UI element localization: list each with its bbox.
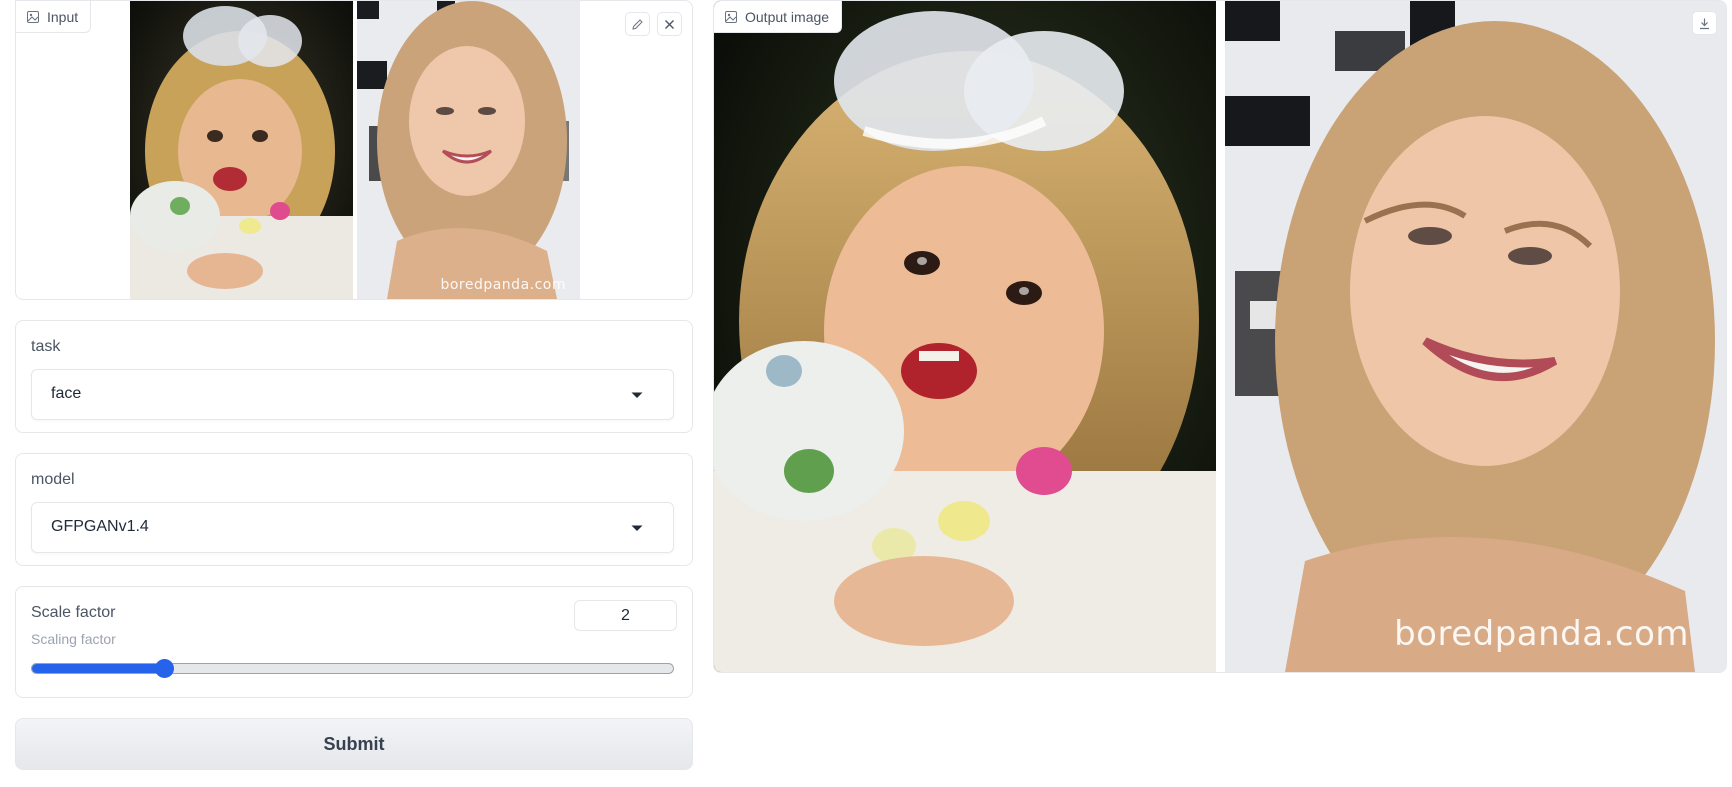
slider-thumb[interactable] (155, 659, 175, 678)
input-label: Input (16, 1, 92, 33)
scale-panel: Scale factor Scaling factor 2 (15, 586, 693, 698)
input-watermark: boredpanda.com (440, 277, 566, 293)
model-dropdown[interactable]: GFPGANv1.4 (31, 502, 674, 553)
model-value: GFPGANv1.4 (51, 518, 149, 535)
image-icon (27, 10, 39, 23)
output-label: Output image (714, 1, 843, 33)
edit-button[interactable] (625, 12, 650, 36)
chevron-down-icon (631, 392, 643, 398)
input-image: boredpanda.com (130, 1, 580, 299)
output-image: boredpanda.com (714, 1, 1726, 672)
clear-button[interactable] (657, 12, 682, 36)
input-photo-woman: boredpanda.com (357, 1, 580, 299)
output-image-panel: boredpanda.com Output image (713, 0, 1727, 673)
scale-label: Scale factor (31, 604, 116, 621)
slider-track[interactable] (31, 663, 674, 674)
input-image-panel[interactable]: Input boredpanda.com (15, 0, 693, 300)
output-photo-child (714, 1, 1216, 672)
slider-fill (32, 664, 165, 673)
task-value: face (51, 385, 82, 402)
model-label: model (31, 471, 75, 488)
download-icon (1700, 18, 1709, 29)
output-label-text: Output image (745, 8, 830, 25)
model-panel: model GFPGANv1.4 (15, 453, 693, 566)
close-icon (665, 19, 674, 29)
input-toolbar (625, 12, 682, 36)
input-label-text: Input (47, 8, 79, 25)
task-panel: task face (15, 320, 693, 433)
task-label: task (31, 338, 61, 355)
image-icon (725, 10, 737, 23)
output-watermark: boredpanda.com (1394, 614, 1689, 654)
input-photo-child (130, 1, 353, 299)
download-button[interactable] (1692, 11, 1717, 35)
scale-number-input[interactable]: 2 (574, 600, 677, 631)
submit-button[interactable]: Submit (15, 718, 693, 770)
task-dropdown[interactable]: face (31, 369, 674, 420)
output-photo-woman: boredpanda.com (1225, 1, 1726, 672)
edit-icon (632, 18, 643, 30)
chevron-down-icon (631, 525, 643, 531)
scale-info: Scaling factor (31, 631, 116, 647)
